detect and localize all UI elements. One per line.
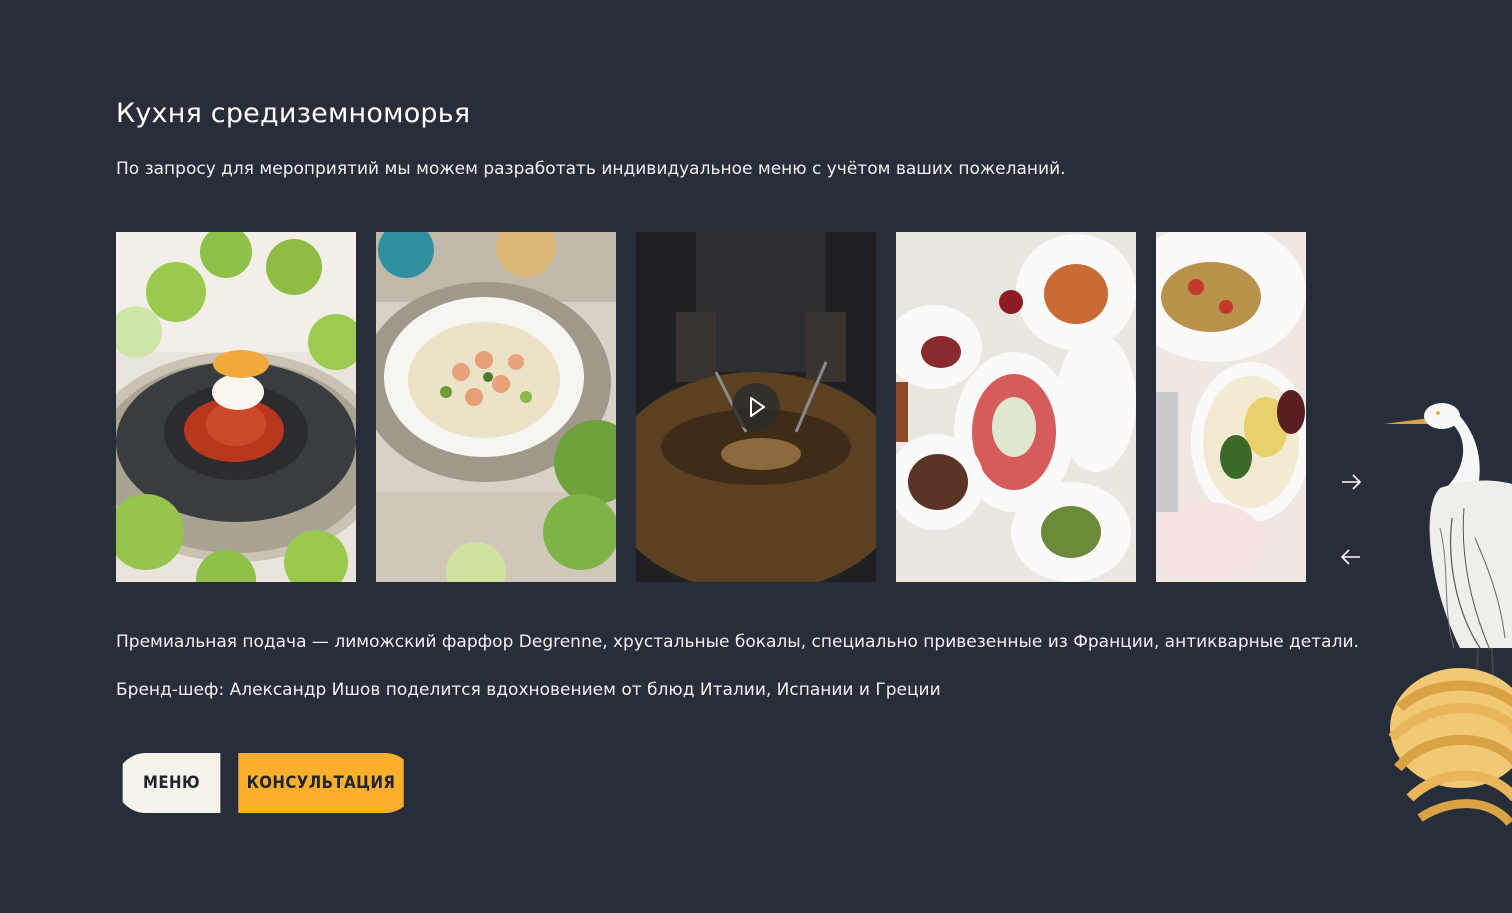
gallery-photo-soup[interactable] [376,232,616,582]
heron-illustration [1384,403,1512,827]
section-title: Кухня средиземноморья [116,98,471,129]
soup-photo-image [376,232,616,582]
dessert-photo-image [116,232,356,582]
arrow-left-icon[interactable] [1336,545,1366,569]
section-subtitle: По запросу для мероприятий мы можем разр… [116,159,1066,179]
play-icon[interactable] [731,382,781,432]
chef-description: Бренд-шеф: Александр Ишов поделится вдох… [116,680,941,700]
page: Кухня средиземноморья По запросу для мер… [0,0,1512,913]
menu-button[interactable]: МЕНЮ [122,753,221,813]
plates-photo-image [1156,232,1306,582]
consultation-button[interactable]: КОНСУЛЬТАЦИЯ [238,753,404,813]
serving-description: Премиальная подача — лиможский фарфор De… [116,632,1359,652]
gallery-photo-table[interactable] [896,232,1136,582]
photo-gallery [116,232,1306,582]
table-photo-image [896,232,1136,582]
gallery-photo-dessert[interactable] [116,232,356,582]
arrow-right-icon[interactable] [1336,470,1366,494]
gallery-photo-plates[interactable] [1156,232,1306,582]
gallery-video-pasta[interactable] [636,232,876,582]
action-buttons: МЕНЮ КОНСУЛЬТАЦИЯ [116,753,415,813]
